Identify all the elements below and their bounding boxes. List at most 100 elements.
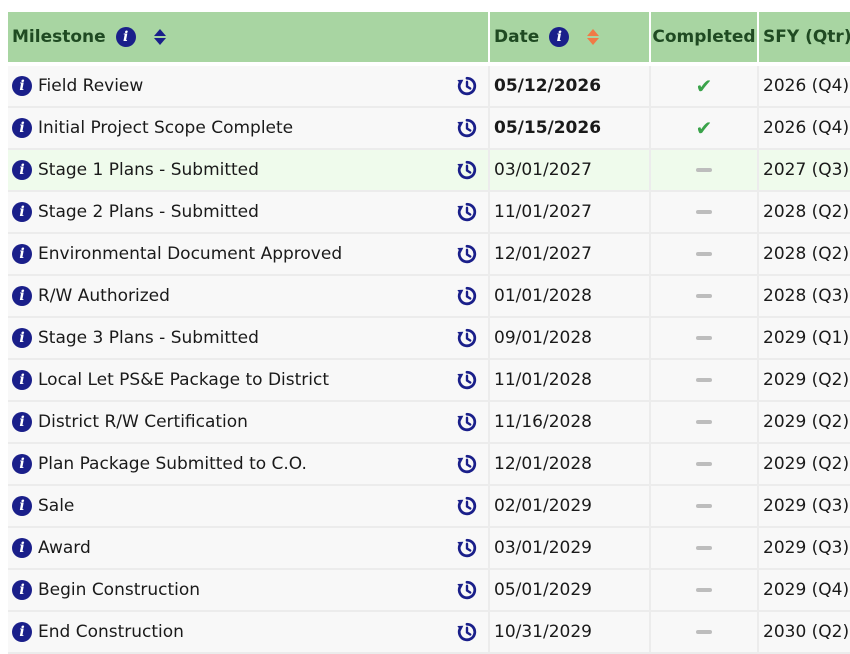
history-icon[interactable] [456,453,478,475]
history-icon[interactable] [456,159,478,181]
table-row[interactable]: i Field Review 05/12/2026 ✔ 2026 (Q4) [8,62,850,108]
milestone-name: Begin Construction [38,580,201,600]
info-icon[interactable]: i [12,118,32,138]
date-cell: 12/01/2028 [489,443,651,486]
milestone-name: R/W Authorized [38,286,170,306]
history-icon[interactable] [456,369,478,391]
date-cell: 10/31/2029 [489,611,651,654]
milestone-info-icon[interactable]: i [115,27,136,47]
history-icon[interactable] [456,579,478,601]
milestone-cell: i Field Review [8,62,490,108]
milestone-name: Plan Package Submitted to C.O. [38,454,307,474]
milestone-cell: i Environmental Document Approved [8,233,490,276]
completed-column-header[interactable]: Completed [650,12,759,64]
history-icon[interactable] [456,621,478,643]
table-row[interactable]: i End Construction 10/31/2029 2030 (Q2) [8,611,850,654]
info-icon[interactable]: i [12,370,32,390]
completed-cell [650,149,759,192]
info-icon[interactable]: i [12,160,32,180]
date-cell: 03/01/2029 [489,527,651,570]
milestone-name: Field Review [38,76,144,96]
milestone-name: Stage 2 Plans - Submitted [38,202,259,222]
table-row[interactable]: i Initial Project Scope Complete 05/15/2… [8,107,850,150]
table-row[interactable]: i Plan Package Submitted to C.O. 12/01/2… [8,443,850,486]
milestone-cell: i R/W Authorized [8,275,490,318]
history-icon[interactable] [456,537,478,559]
milestone-name: Initial Project Scope Complete [38,118,294,138]
sfy-column-header[interactable]: SFY (Qtr) [758,12,850,64]
milestone-name: Award [38,538,91,558]
info-icon[interactable]: i [12,244,32,264]
table-row[interactable]: i Sale 02/01/2029 2029 (Q3) [8,485,850,528]
info-icon[interactable]: i [12,328,32,348]
history-icon[interactable] [456,201,478,223]
history-icon[interactable] [456,285,478,307]
milestone-name: Sale [38,496,75,516]
info-icon[interactable]: i [12,580,32,600]
milestone-name: District R/W Certification [38,412,248,432]
history-icon[interactable] [456,75,478,97]
table-row[interactable]: i Stage 3 Plans - Submitted 09/01/2028 2… [8,317,850,360]
date-cell: 09/01/2028 [489,317,651,360]
info-icon[interactable]: i [12,202,32,222]
table-row[interactable]: i Local Let PS&E Package to District 11/… [8,359,850,402]
date-info-icon[interactable]: i [549,27,570,47]
date-cell: 12/01/2027 [489,233,651,276]
milestone-cell: i Stage 1 Plans - Submitted [8,149,490,192]
completed-header-label: Completed [652,27,756,47]
not-completed-dash-icon [696,630,712,634]
header-row: Milestone i Date i Completed SFY (Qtr) [8,12,850,64]
not-completed-dash-icon [696,294,712,298]
milestone-name: Local Let PS&E Package to District [38,370,330,390]
history-icon[interactable] [456,327,478,349]
date-cell: 02/01/2029 [489,485,651,528]
milestone-cell: i Plan Package Submitted to C.O. [8,443,490,486]
info-icon[interactable]: i [12,76,32,96]
milestone-name: Stage 1 Plans - Submitted [38,160,259,180]
sfy-cell: 2029 (Q2) [758,443,850,486]
date-cell: 11/01/2027 [489,191,651,234]
sfy-header-label: SFY (Qtr) [763,27,850,47]
history-icon[interactable] [456,243,478,265]
info-icon[interactable]: i [12,496,32,516]
not-completed-dash-icon [696,462,712,466]
table-row[interactable]: i Begin Construction 05/01/2029 2029 (Q4… [8,569,850,612]
info-icon[interactable]: i [12,622,32,642]
sfy-cell: 2026 (Q4) [758,62,850,108]
table-row[interactable]: i Award 03/01/2029 2029 (Q3) [8,527,850,570]
table-row[interactable]: i R/W Authorized 01/01/2028 2028 (Q3) [8,275,850,318]
history-icon[interactable] [456,495,478,517]
sfy-cell: 2029 (Q2) [758,401,850,444]
milestone-cell: i Award [8,527,490,570]
table-row[interactable]: i Stage 1 Plans - Submitted 03/01/2027 2… [8,149,850,192]
sfy-cell: 2029 (Q2) [758,359,850,402]
completed-cell [650,569,759,612]
not-completed-dash-icon [696,210,712,214]
completed-cell [650,401,759,444]
not-completed-dash-icon [696,378,712,382]
date-cell: 05/12/2026 [489,62,651,108]
history-icon[interactable] [456,411,478,433]
completed-cell [650,443,759,486]
sfy-cell: 2028 (Q2) [758,233,850,276]
milestone-cell: i Sale [8,485,490,528]
info-icon[interactable]: i [12,538,32,558]
date-column-header[interactable]: Date i [489,12,651,64]
info-icon[interactable]: i [12,412,32,432]
completed-cell [650,527,759,570]
completed-cell: ✔ [650,62,759,108]
table-row[interactable]: i District R/W Certification 11/16/2028 … [8,401,850,444]
date-sort-icon[interactable] [587,29,600,45]
info-icon[interactable]: i [12,454,32,474]
milestone-sort-icon[interactable] [153,29,166,45]
date-cell: 11/01/2028 [489,359,651,402]
milestone-cell: i Local Let PS&E Package to District [8,359,490,402]
table-row[interactable]: i Stage 2 Plans - Submitted 11/01/2027 2… [8,191,850,234]
milestone-header-label: Milestone [12,27,106,47]
sfy-cell: 2026 (Q4) [758,107,850,150]
not-completed-dash-icon [696,504,712,508]
table-row[interactable]: i Environmental Document Approved 12/01/… [8,233,850,276]
milestone-column-header[interactable]: Milestone i [8,12,490,64]
info-icon[interactable]: i [12,286,32,306]
history-icon[interactable] [456,117,478,139]
